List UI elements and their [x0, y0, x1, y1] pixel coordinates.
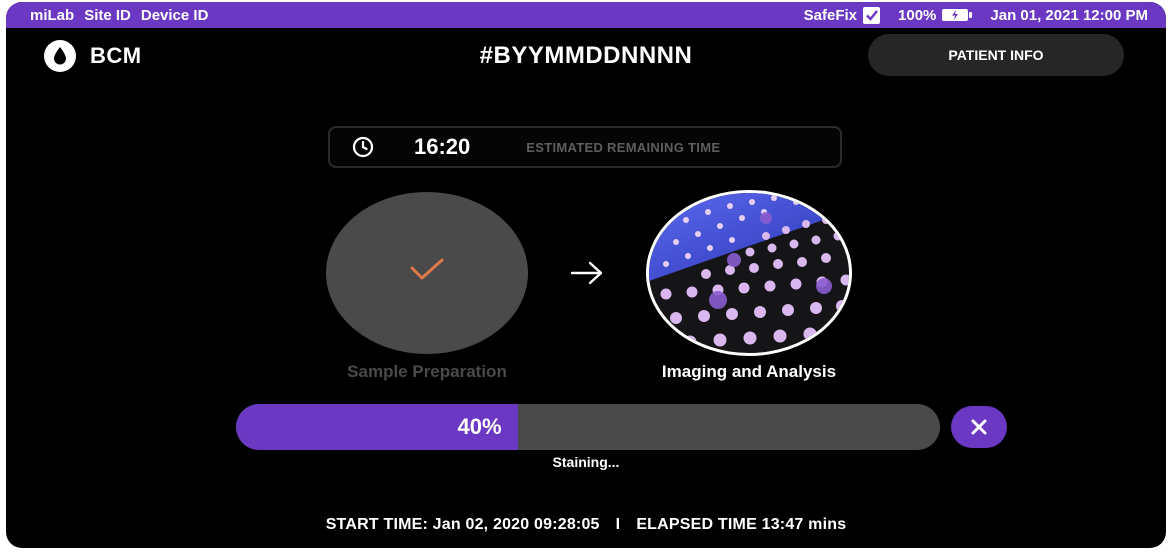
safefix-indicator: SafeFix — [803, 6, 881, 24]
battery-indicator: 100% — [898, 6, 973, 24]
status-bar: miLab Site ID Device ID SafeFix 100% Jan… — [6, 2, 1166, 28]
step-imaging-analysis — [646, 190, 852, 356]
cancel-button[interactable] — [951, 406, 1007, 448]
step-label-imaging-analysis: Imaging and Analysis — [661, 362, 837, 381]
progress-percent: 40% — [457, 414, 502, 439]
patient-info-button[interactable]: PATIENT INFO — [868, 34, 1124, 76]
step-label-sample-preparation: Sample Preparation — [347, 362, 507, 381]
check-icon — [410, 258, 444, 280]
safefix-label: SafeFix — [803, 6, 858, 24]
site-id-label: Site ID — [84, 6, 131, 24]
battery-charging-icon — [942, 9, 973, 21]
cell-image — [649, 193, 849, 353]
elapsed-time: ELAPSED TIME 13:47 mins — [636, 516, 847, 533]
device-id-label: Device ID — [140, 6, 209, 24]
start-time: START TIME: Jan 02, 2020 09:28:05 — [325, 516, 600, 533]
battery-percent: 100% — [898, 6, 937, 24]
progress-status: Staining... — [552, 454, 620, 470]
device-screen: miLab Site ID Device ID SafeFix 100% Jan… — [6, 2, 1166, 548]
progress-fill: 40% — [236, 404, 518, 450]
safefix-check-icon — [863, 6, 881, 24]
footer-separator: I — [615, 516, 621, 533]
brand-label: miLab — [30, 6, 75, 24]
arrow-right-icon — [570, 261, 603, 285]
progress-bar: 40% — [236, 404, 940, 450]
remaining-time: 16:20 — [414, 134, 471, 159]
clock-icon — [352, 136, 374, 158]
step-sample-preparation — [326, 192, 528, 354]
close-icon — [971, 419, 987, 435]
remaining-time-label: ESTIMATED REMAINING TIME — [526, 139, 721, 155]
remaining-time-panel: 16:20 ESTIMATED REMAINING TIME — [328, 126, 842, 168]
run-times: START TIME: Jan 02, 2020 09:28:05 I ELAPSE… — [6, 516, 1166, 534]
status-datetime: Jan 01, 2021 12:00 PM — [990, 6, 1148, 24]
